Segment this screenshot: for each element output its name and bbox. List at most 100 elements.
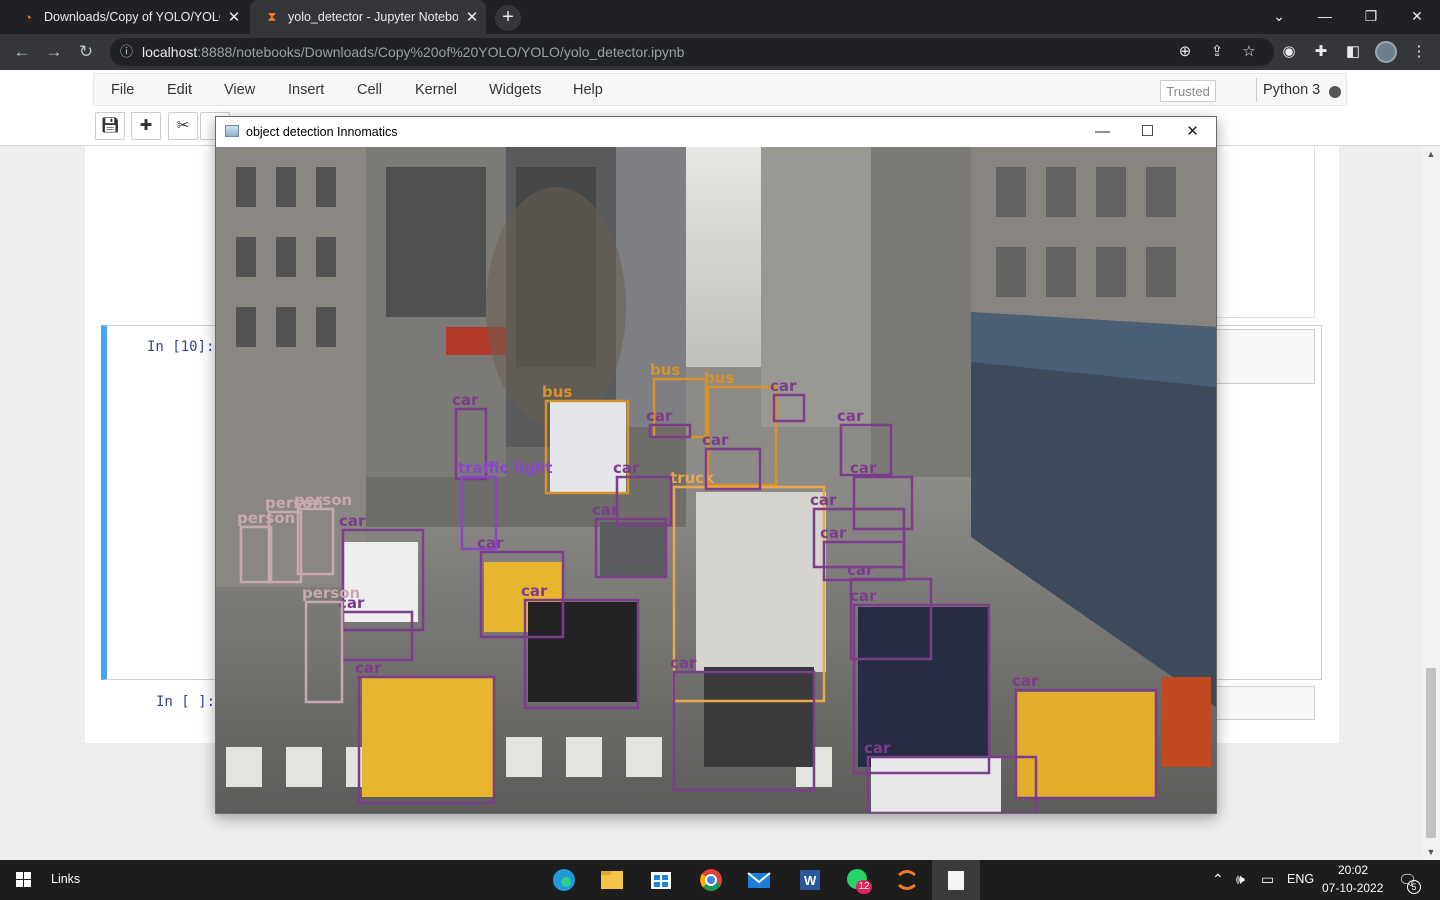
whatsapp-badge: 12 [856, 880, 872, 894]
zoom-icon[interactable]: ⊕ [1169, 34, 1201, 70]
links-toolbar[interactable]: Links [51, 872, 80, 886]
detection-window[interactable]: object detection Innomatics — ☐ ✕ bus bu… [215, 116, 1217, 814]
detection-label: car [864, 739, 891, 757]
tab-search-icon[interactable]: ⌄ [1256, 0, 1302, 34]
info-icon[interactable]: ⓘ [120, 38, 133, 66]
detection-image: bus bus bus truck car car car car car car car car ca… [216, 147, 1216, 813]
forward-icon[interactable]: → [38, 34, 70, 70]
opencv-window-taskbar-icon[interactable] [932, 860, 980, 900]
discord-extension-icon[interactable]: ◉ [1273, 34, 1305, 70]
detection-label: car [850, 587, 877, 605]
volume-icon[interactable]: 🕪︎ [1236, 871, 1245, 888]
detection-label: car [1012, 672, 1039, 690]
menu-widgets[interactable]: Widgets [489, 74, 541, 107]
file-explorer-icon[interactable] [598, 860, 626, 900]
save-icon[interactable]: 💾︎ [95, 112, 125, 140]
page-scrollbar[interactable]: ▲ ▼ [1422, 146, 1440, 860]
cell-prompt: In [10]: [147, 339, 215, 355]
trusted-badge[interactable]: Trusted [1160, 80, 1216, 102]
chrome-menu-icon[interactable]: ⋮ [1403, 34, 1435, 70]
windows-start-icon[interactable] [12, 860, 36, 900]
url-host: localhost [142, 44, 198, 60]
word-icon[interactable]: W [795, 860, 823, 900]
mail-icon[interactable] [745, 860, 773, 900]
extensions-puzzle-icon[interactable]: ✚ [1305, 34, 1337, 70]
scroll-down-icon[interactable]: ▼ [1422, 844, 1440, 860]
windows-taskbar: Links W 12 ⌃ 🕪︎ ▭ ENG 20:02 07-10-2022 🗨… [0, 860, 1440, 900]
back-icon[interactable]: ← [6, 34, 38, 70]
detection-label: car [670, 654, 697, 672]
jupyter-icon: ◔ [24, 9, 32, 25]
menu-edit[interactable]: Edit [167, 74, 192, 107]
close-icon[interactable]: ✕ [1170, 117, 1215, 147]
network-icon[interactable]: ▭ [1261, 871, 1274, 888]
detection-label: car [592, 501, 619, 519]
scrollbar-thumb[interactable] [1426, 668, 1436, 838]
menu-view[interactable]: View [224, 74, 255, 107]
empty-cell-input[interactable] [1216, 686, 1315, 720]
empty-cell-prompt: In [ ]: [156, 694, 216, 710]
detection-label: bus [704, 369, 734, 387]
detection-label: car [847, 561, 874, 579]
detection-label: car [646, 407, 673, 425]
clock-time[interactable]: 20:02 [1338, 863, 1368, 877]
detection-label: car [521, 582, 548, 600]
detection-window-title: object detection Innomatics [246, 125, 398, 139]
browser-tabstrip: ◔ Downloads/Copy of YOLO/YOLO ✕ ⧗ yolo_d… [0, 0, 1440, 34]
detection-window-titlebar[interactable]: object detection Innomatics — ☐ ✕ [216, 117, 1216, 147]
detection-label: car [613, 459, 640, 477]
address-bar[interactable]: ⓘ localhost:8888/notebooks/Downloads/Cop… [110, 38, 1274, 66]
reload-icon[interactable]: ↻ [70, 34, 102, 70]
menu-cell[interactable]: Cell [357, 74, 382, 107]
close-window-icon[interactable]: ✕ [1394, 0, 1440, 34]
minimize-icon[interactable]: — [1302, 0, 1348, 34]
side-panel-icon[interactable]: ◧ [1337, 34, 1369, 70]
detection-label: car [452, 391, 479, 409]
hourglass-icon: ⧗ [267, 9, 277, 24]
jupyter-taskbar-icon[interactable] [893, 860, 921, 900]
chrome-icon[interactable] [697, 860, 725, 900]
menu-help[interactable]: Help [573, 74, 603, 107]
language-indicator[interactable]: ENG [1287, 872, 1314, 886]
new-tab-button[interactable]: + [495, 5, 521, 31]
whatsapp-icon[interactable]: 12 [844, 860, 874, 900]
street-scene-image: busbus bustruckcarcarcarcarcarcarcarcarca… [216, 147, 1216, 813]
profile-avatar[interactable] [1375, 41, 1397, 63]
cut-icon[interactable]: ✂ [168, 112, 198, 140]
detection-label: truck [670, 469, 715, 487]
microsoft-store-icon[interactable] [647, 860, 675, 900]
minimize-icon[interactable]: — [1080, 117, 1125, 147]
cell-input-area[interactable] [1216, 329, 1315, 384]
notification-count: 5 [1407, 880, 1421, 894]
tab-title: yolo_detector - Jupyter Notebook [288, 10, 458, 24]
share-icon[interactable]: ⇪ [1201, 34, 1233, 70]
insert-cell-icon[interactable]: ✚ [131, 112, 161, 140]
detection-label: car [770, 377, 797, 395]
bookmark-star-icon[interactable]: ☆ [1233, 34, 1265, 70]
svg-text:W: W [804, 873, 817, 888]
tab-yolo-detector[interactable]: ⧗ yolo_detector - Jupyter Notebook ✕ [250, 0, 486, 34]
scroll-up-icon[interactable]: ▲ [1422, 146, 1440, 162]
clock-date[interactable]: 07-10-2022 [1322, 881, 1383, 895]
restore-icon[interactable]: ❐ [1348, 0, 1394, 34]
detection-label: car [702, 431, 729, 449]
close-tab-icon[interactable]: ✕ [458, 8, 486, 26]
tab-downloads[interactable]: ◔ Downloads/Copy of YOLO/YOLO ✕ [6, 0, 248, 34]
kernel-status-indicator [1329, 86, 1341, 98]
tab-title: Downloads/Copy of YOLO/YOLO [44, 10, 220, 24]
opencv-window-icon [225, 125, 239, 137]
close-tab-icon[interactable]: ✕ [220, 8, 248, 26]
detection-label: person [302, 584, 360, 602]
edge-icon[interactable] [550, 860, 578, 900]
maximize-icon[interactable]: ☐ [1125, 117, 1170, 147]
show-hidden-icons[interactable]: ⌃ [1212, 871, 1224, 888]
previous-output-area [1215, 146, 1315, 318]
kernel-name[interactable]: Python 3 [1256, 78, 1320, 102]
detection-label: car [850, 459, 877, 477]
detection-label: car [837, 407, 864, 425]
menu-insert[interactable]: Insert [288, 74, 324, 107]
jupyter-menubar: File Edit View Insert Cell Kernel Widget… [93, 73, 1347, 106]
menu-file[interactable]: File [111, 74, 134, 107]
menu-kernel[interactable]: Kernel [415, 74, 457, 107]
detection-label: bus [542, 383, 572, 401]
